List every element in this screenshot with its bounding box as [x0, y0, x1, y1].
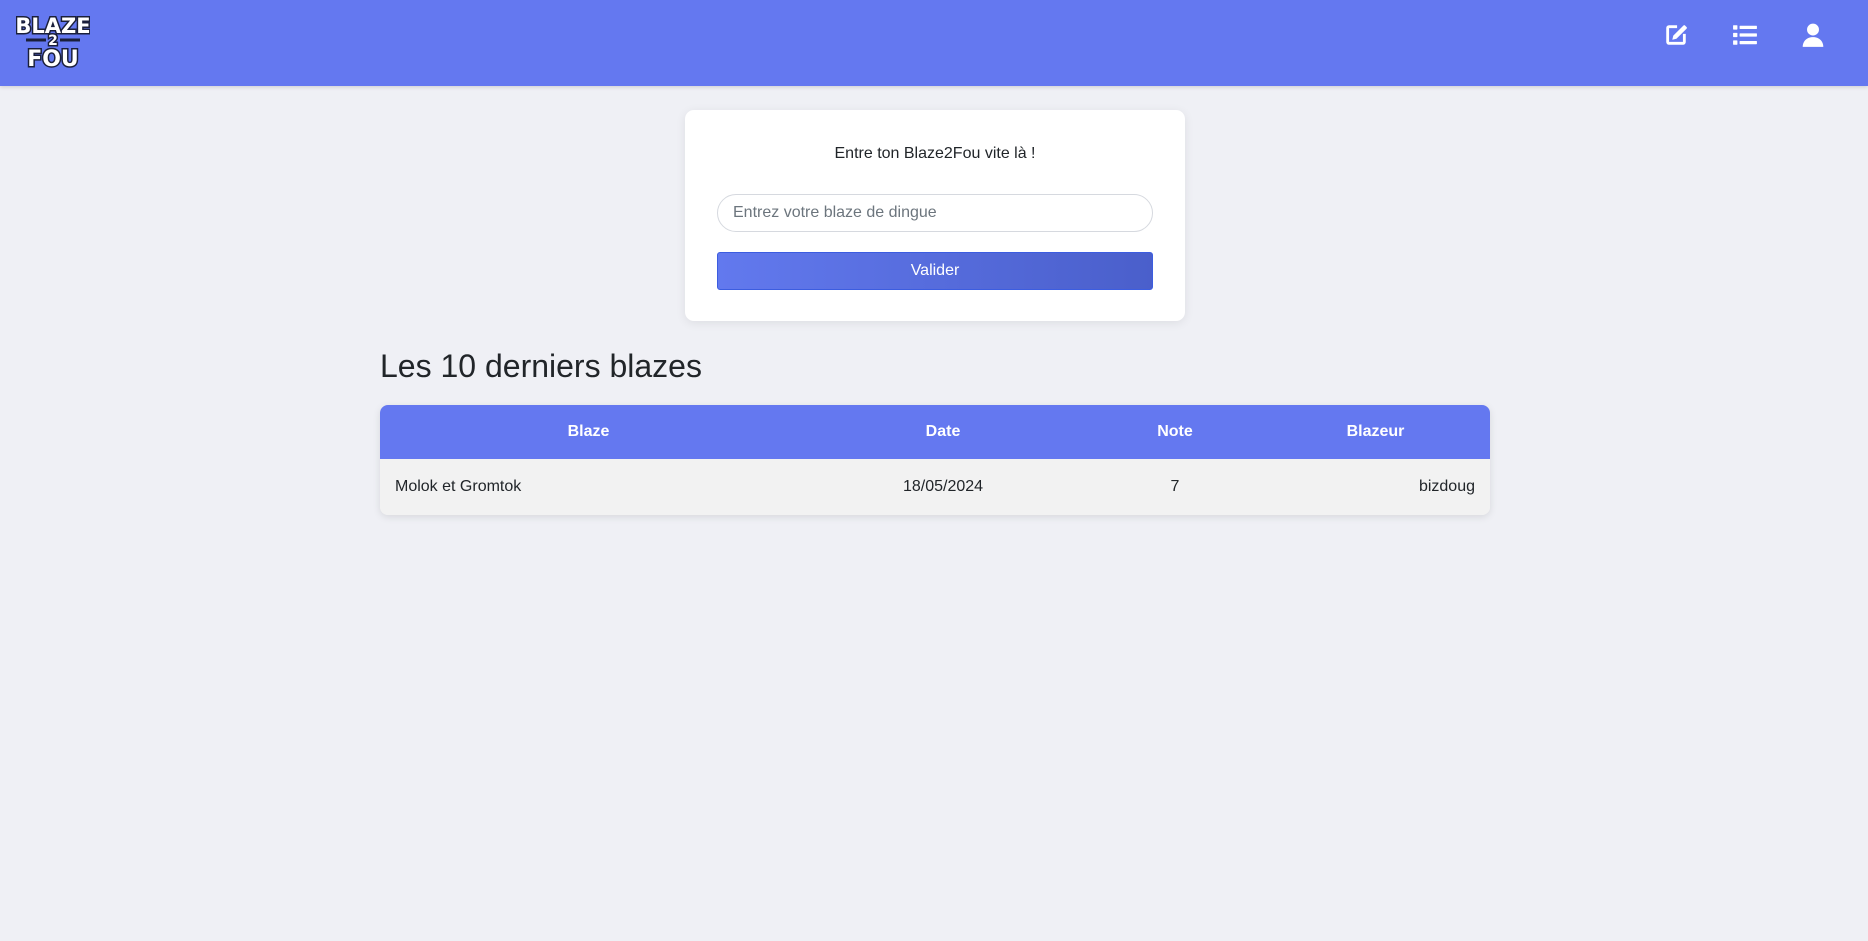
validate-button[interactable]: Valider [717, 252, 1153, 290]
form-title: Entre ton Blaze2Fou vite là ! [834, 145, 1036, 162]
column-header-blazeur: Blazeur [1346, 423, 1405, 440]
column-header-note: Note [1157, 423, 1193, 440]
cell-note: 7 [1170, 478, 1180, 495]
blaze2fou-logo[interactable]: BLAZE 2 FOU [14, 11, 92, 74]
cell-blazeur: bizdoug [1418, 478, 1475, 495]
logo-mark: BLAZE 2 FOU [14, 13, 92, 74]
blaze-input[interactable] [717, 194, 1153, 232]
blaze-form-card: Entre ton Blaze2Fou vite là ! Valider [685, 110, 1185, 321]
navbar: BLAZE 2 FOU [0, 0, 1868, 86]
cell-date: 18/05/2024 [902, 478, 984, 495]
list-icon[interactable] [1730, 20, 1760, 50]
column-header-date: Date [925, 423, 961, 440]
edit-icon[interactable] [1661, 20, 1691, 50]
table-row: Molok et Gromtok 18/05/2024 7 bizdoug [380, 459, 1490, 515]
cell-blaze: Molok et Gromtok [395, 478, 522, 495]
user-icon[interactable] [1798, 20, 1828, 50]
recent-blazes-table: Blaze Date Note Blazeur Molok et Gromtok… [380, 405, 1490, 515]
column-header-blaze: Blaze [567, 423, 610, 440]
table-header-row: Blaze Date Note Blazeur [380, 405, 1490, 459]
logo-line-3: FOU [27, 47, 79, 69]
recent-blazes-title: Les 10 derniers blazes [380, 348, 702, 384]
